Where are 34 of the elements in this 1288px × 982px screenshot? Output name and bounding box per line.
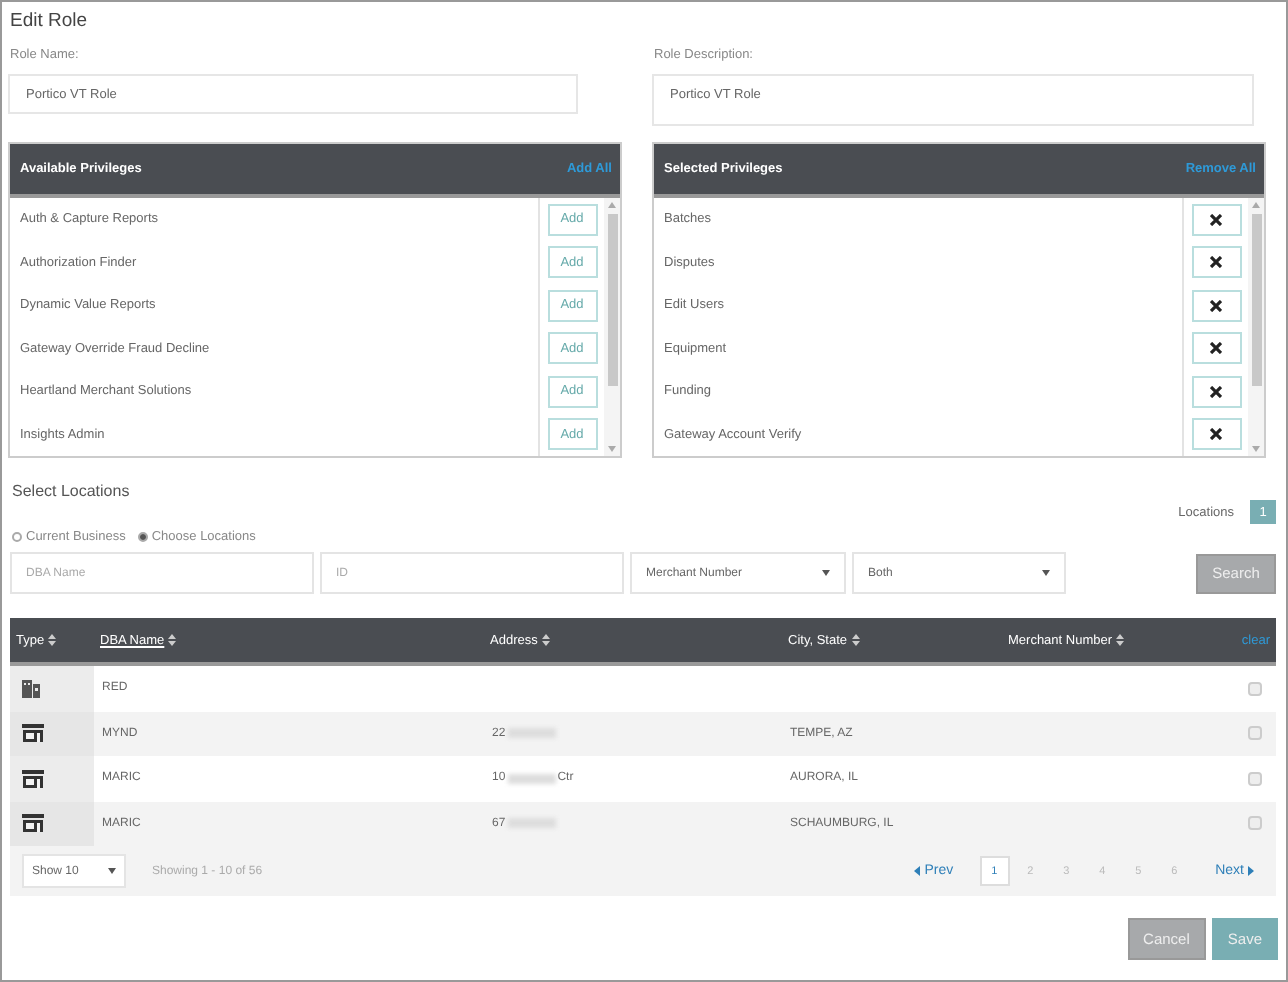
close-icon <box>1210 213 1222 226</box>
sort-icon[interactable] <box>851 634 860 646</box>
remove-button[interactable] <box>1191 375 1241 408</box>
store-icon <box>22 814 44 833</box>
remove-button[interactable] <box>1191 418 1241 451</box>
sort-icon[interactable] <box>541 634 550 646</box>
section-title: Select Locations <box>12 482 132 500</box>
remove-button[interactable] <box>1191 246 1241 279</box>
caret-right-icon <box>1248 866 1254 876</box>
radio-button[interactable] <box>12 532 22 542</box>
remove-button[interactable] <box>1191 332 1241 365</box>
building-icon <box>22 678 40 699</box>
close-icon <box>1210 385 1222 398</box>
close-icon <box>1210 256 1222 269</box>
close-icon <box>1210 342 1222 355</box>
radio-button[interactable] <box>137 532 148 542</box>
checkbox[interactable] <box>1248 771 1262 786</box>
close-icon <box>1210 299 1222 312</box>
checkbox[interactable] <box>1248 816 1262 831</box>
sort-icon[interactable] <box>48 634 57 646</box>
store-icon <box>22 769 44 788</box>
sort-icon[interactable] <box>168 634 177 646</box>
close-icon <box>1210 428 1222 441</box>
store-icon <box>22 724 44 743</box>
remove-button[interactable] <box>1191 289 1241 322</box>
remove-button[interactable] <box>1191 203 1241 236</box>
checkbox[interactable] <box>1248 681 1262 696</box>
caret-icon <box>822 570 830 576</box>
checkbox[interactable] <box>1248 726 1262 741</box>
sort-icon[interactable] <box>1116 634 1125 646</box>
caret-icon <box>1042 570 1050 576</box>
caret-left-icon <box>914 866 921 876</box>
caret-icon <box>108 868 116 874</box>
page-title: Edit Role <box>10 10 90 32</box>
